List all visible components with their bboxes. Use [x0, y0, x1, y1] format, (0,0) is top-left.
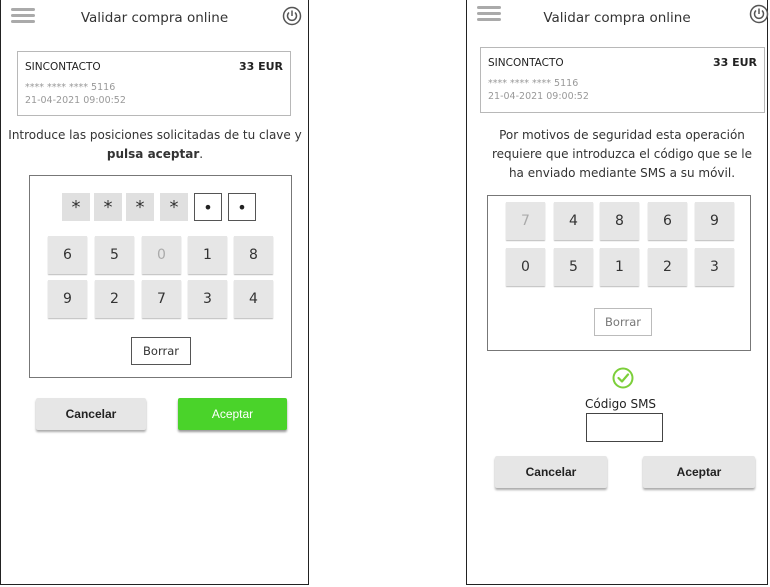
key[interactable]: 1 [188, 236, 227, 274]
header: Validar compra online [1, 0, 308, 40]
key[interactable]: 0 [142, 236, 181, 274]
merchant-name: SINCONTACTO [488, 57, 564, 69]
key[interactable]: 6 [648, 202, 687, 240]
key[interactable]: 3 [695, 248, 734, 286]
left-screen: Validar compra online SINCONTACTO 33 EUR… [0, 0, 309, 585]
key[interactable]: 9 [695, 202, 734, 240]
key[interactable]: 8 [234, 236, 273, 274]
amount: 33 EUR [238, 60, 283, 73]
right-screen: Validar compra online SINCONTACTO 33 EUR… [466, 0, 769, 585]
pin-slot-empty[interactable]: • [228, 193, 256, 221]
page-title: Validar compra online [80, 10, 229, 26]
sms-code-input[interactable] [586, 413, 663, 442]
accept-button[interactable]: Aceptar [178, 398, 287, 430]
pin-slot-empty[interactable]: • [194, 193, 222, 221]
key[interactable]: 8 [600, 202, 639, 240]
transaction-card: SINCONTACTO 33 EUR **** **** **** 5116 2… [17, 51, 291, 116]
key[interactable]: 4 [234, 280, 273, 318]
transaction-date: 21-04-2021 09:00:52 [488, 91, 589, 102]
pin-slot: * [62, 193, 90, 221]
clear-button[interactable]: Borrar [131, 337, 191, 365]
key[interactable]: 7 [142, 280, 181, 318]
key[interactable]: 7 [506, 202, 545, 240]
pin-slot: * [160, 193, 188, 221]
amount: 33 EUR [712, 56, 757, 69]
key[interactable]: 5 [554, 248, 593, 286]
keypad: 7 4 8 6 9 0 5 1 2 3 Borrar [487, 195, 751, 351]
sms-code-label: Código SMS [585, 397, 657, 411]
merchant-name: SINCONTACTO [25, 61, 101, 73]
key[interactable]: 4 [554, 202, 593, 240]
transaction-card: SINCONTACTO 33 EUR **** **** **** 5116 2… [480, 47, 765, 113]
power-icon[interactable] [749, 4, 769, 24]
key[interactable]: 1 [600, 248, 639, 286]
keypad: * * * * • • 6 5 0 1 8 9 2 7 3 4 Borrar [29, 175, 292, 378]
instruction-bold: pulsa aceptar [106, 147, 200, 161]
header: Validar compra online [467, 0, 769, 40]
key[interactable]: 9 [48, 280, 87, 318]
key[interactable]: 6 [48, 236, 87, 274]
key[interactable]: 5 [95, 236, 134, 274]
power-icon[interactable] [282, 6, 302, 26]
cancel-button[interactable]: Cancelar [495, 456, 607, 488]
instruction-text: Introduce las posiciones solicitadas de … [8, 128, 302, 142]
pin-slot: * [126, 193, 154, 221]
instruction-end: . [199, 147, 204, 161]
key[interactable]: 2 [648, 248, 687, 286]
pin-slot: * [94, 193, 122, 221]
key[interactable]: 3 [188, 280, 227, 318]
accept-button[interactable]: Aceptar [643, 456, 755, 488]
transaction-date: 21-04-2021 09:00:52 [25, 95, 126, 106]
clear-button[interactable]: Borrar [594, 308, 652, 336]
key[interactable]: 2 [95, 280, 134, 318]
key[interactable]: 0 [506, 248, 545, 286]
instructions: Por motivos de seguridad esta operación … [491, 128, 752, 180]
card-number: **** **** **** 5116 [488, 78, 579, 89]
cancel-button[interactable]: Cancelar [36, 398, 146, 430]
page-title: Validar compra online [543, 10, 691, 26]
check-circle-icon [612, 367, 634, 389]
card-number: **** **** **** 5116 [25, 82, 116, 93]
instructions: Introduce las posiciones solicitadas de … [3, 126, 307, 164]
